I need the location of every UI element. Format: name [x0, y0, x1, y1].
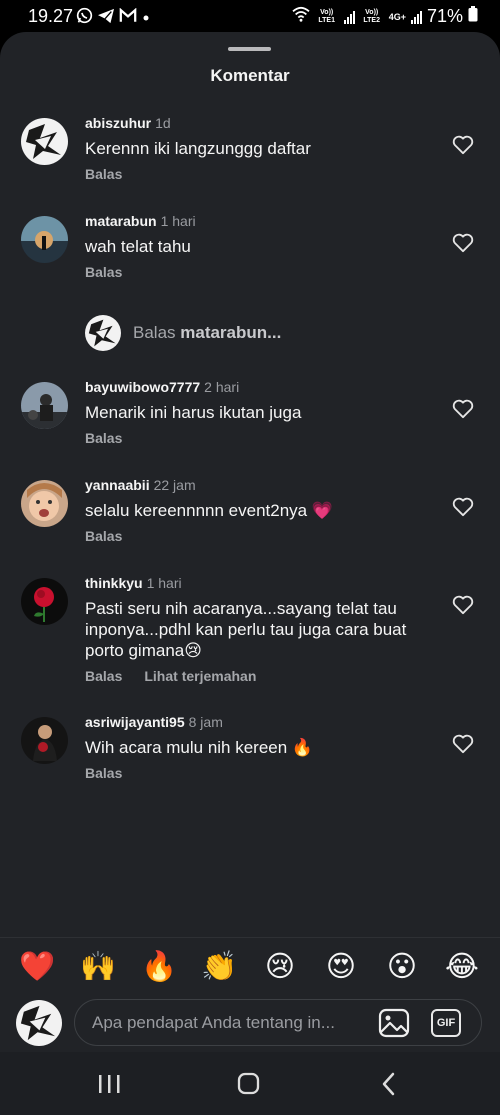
- comment-text: Menarik ini harus ikutan juga: [85, 403, 302, 422]
- notification-icons: [76, 7, 151, 29]
- avatar[interactable]: [21, 578, 68, 625]
- reply-button[interactable]: Balas: [85, 668, 122, 684]
- reply-prompt[interactable]: Balas matarabun...: [85, 315, 281, 351]
- my-avatar: [16, 1000, 62, 1046]
- reply-button[interactable]: Balas: [85, 166, 122, 182]
- comment-body: thinkkyu 1 hari Pasti seru nih acaranya..…: [85, 574, 445, 684]
- comment-username[interactable]: yannaabii: [85, 477, 150, 493]
- sheet-drag-handle[interactable]: [228, 47, 271, 51]
- gmail-icon: [119, 7, 137, 28]
- reply-button[interactable]: Balas: [85, 430, 122, 446]
- emoji-crying-button[interactable]: 😢: [260, 948, 300, 986]
- comment-username[interactable]: matarabun: [85, 213, 157, 229]
- reply-button[interactable]: Balas: [85, 765, 122, 781]
- reply-prompt-prefix: Balas: [133, 323, 181, 342]
- signal2-icon: [410, 10, 422, 24]
- like-heart-icon[interactable]: [452, 399, 474, 419]
- avatar[interactable]: [21, 480, 68, 527]
- like-heart-icon[interactable]: [452, 734, 474, 754]
- avatar[interactable]: [21, 118, 68, 165]
- divider: [0, 937, 500, 938]
- comment-text: Wih acara mulu nih kereen 🔥: [85, 738, 314, 757]
- system-icons: Vo)) LTE1 Vo)) LTE2 4G+ 71%: [292, 6, 478, 27]
- comment-text: selalu kereennnnn event2nya 💗: [85, 501, 334, 520]
- emoji-surprised-button[interactable]: 😮: [382, 948, 422, 986]
- comment-text: Pasti seru nih acaranya...sayang telat t…: [85, 599, 407, 660]
- sheet-title: Komentar: [210, 66, 290, 85]
- like-heart-icon[interactable]: [452, 595, 474, 615]
- like-heart-icon[interactable]: [452, 497, 474, 517]
- home-icon[interactable]: [230, 1070, 266, 1098]
- comment-time: 1 hari: [146, 575, 182, 591]
- emoji-laughing-button[interactable]: 😂: [442, 948, 482, 986]
- emoji-heart-button[interactable]: ❤️: [17, 948, 57, 986]
- battery-percent: 71%: [426, 6, 463, 26]
- comment-time: 1d: [155, 115, 171, 131]
- emoji-clap-button[interactable]: 👏: [199, 948, 239, 986]
- telegram-icon: [97, 8, 115, 29]
- comment-username[interactable]: bayuwibowo7777: [85, 379, 200, 395]
- like-heart-icon[interactable]: [452, 233, 474, 253]
- comment-username[interactable]: abiszuhur: [85, 115, 151, 131]
- comment-username[interactable]: asriwijayanti95: [85, 714, 185, 730]
- gif-button[interactable]: GIF: [431, 1009, 461, 1037]
- comment-composer: Apa pendapat Anda tentang in... GIF: [0, 997, 500, 1052]
- status-bar: 19.27 Vo)) LTE1 Vo)) LTE2 4G+ 71%: [0, 0, 500, 32]
- reply-button[interactable]: Balas: [85, 528, 122, 544]
- whatsapp-icon: [76, 7, 93, 29]
- signal1-icon: [343, 10, 355, 24]
- status-time: 19.27: [28, 6, 74, 26]
- comment-input-placeholder: Apa pendapat Anda tentang in...: [92, 1013, 335, 1032]
- system-nav-bar: [0, 1052, 500, 1115]
- comments-sheet: Komentar abiszuhur 1d Kerennn iki langzun…: [0, 32, 500, 1052]
- comment-time: 1 hari: [160, 213, 196, 229]
- like-heart-icon[interactable]: [452, 135, 474, 155]
- avatar[interactable]: [21, 382, 68, 429]
- comment-body: yannaabii 22 jam selalu kereennnnn event2…: [85, 476, 445, 544]
- comment-time: 2 hari: [204, 379, 240, 395]
- comment-input[interactable]: Apa pendapat Anda tentang in... GIF: [74, 999, 482, 1046]
- battery-icon: [468, 6, 478, 27]
- comment-text: wah telat tahu: [85, 237, 191, 256]
- wifi-icon: [292, 6, 310, 27]
- avatar[interactable]: [21, 216, 68, 263]
- comment-text: Kerennn iki langzunggg daftar: [85, 139, 311, 158]
- reply-prompt-target: matarabun...: [180, 323, 282, 342]
- recent-apps-icon[interactable]: [91, 1070, 127, 1098]
- my-avatar: [85, 315, 121, 351]
- back-icon[interactable]: [371, 1070, 407, 1098]
- photo-icon[interactable]: [378, 1008, 410, 1038]
- emoji-heart-eyes-button[interactable]: 😍: [321, 948, 361, 986]
- network-type-label: 4G+: [388, 11, 406, 22]
- reply-button[interactable]: Balas: [85, 264, 122, 280]
- comment-time: 8 jam: [188, 714, 223, 730]
- quick-emoji-bar: ❤️ 🙌 🔥 👏 😢 😍 😮 😂: [0, 948, 500, 988]
- sim1-label: Vo)) LTE1: [318, 8, 335, 24]
- comment-body: asriwijayanti95 8 jam Wih acara mulu nih …: [85, 713, 445, 781]
- emoji-raised-hands-button[interactable]: 🙌: [78, 948, 118, 986]
- comment-body: bayuwibowo7777 2 hari Menarik ini harus i…: [85, 378, 445, 446]
- avatar[interactable]: [21, 717, 68, 764]
- comment-body: abiszuhur 1d Kerennn iki langzunggg dafta…: [85, 114, 445, 182]
- emoji-fire-button[interactable]: 🔥: [139, 948, 179, 986]
- reply-prompt-text: Balas matarabun...: [133, 323, 281, 343]
- sim2-label: Vo)) LTE2: [363, 8, 380, 24]
- comment-body: matarabun 1 hari wah telat tahu Balas: [85, 212, 445, 280]
- comment-username[interactable]: thinkkyu: [85, 575, 143, 591]
- comment-time: 22 jam: [153, 477, 196, 493]
- see-translation-button[interactable]: Lihat terjemahan: [144, 668, 256, 684]
- dot-icon: [141, 9, 151, 27]
